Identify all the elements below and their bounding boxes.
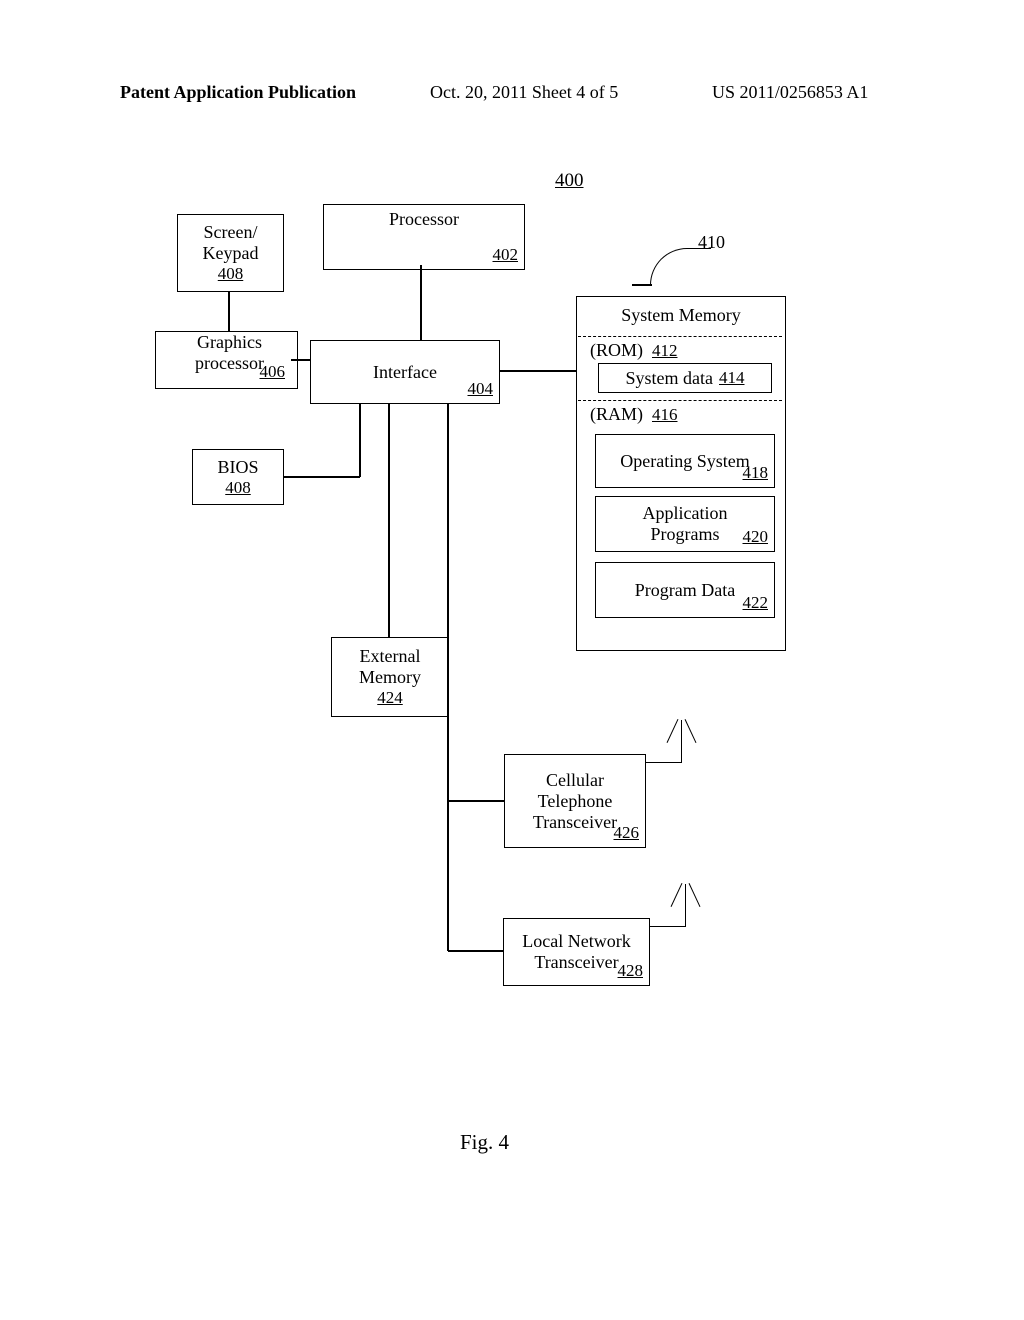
box-program-data: Program Data 422	[595, 562, 775, 618]
ref-rom: 412	[652, 341, 678, 360]
label-application-programs: Application Programs	[643, 503, 728, 545]
callout-410-leader-end	[632, 284, 652, 286]
conn-bus-to-cellular	[448, 800, 504, 802]
label-local-network-transceiver: Local Network Transceiver	[522, 931, 630, 973]
label-screen-keypad: Screen/ Keypad	[203, 222, 259, 264]
antenna-cellular-riser	[681, 752, 682, 763]
box-system-data: System data 414	[598, 363, 772, 393]
box-graphics-processor: Graphics processor 406	[155, 331, 298, 389]
conn-screen-to-graphics	[228, 291, 230, 331]
figure-ref-400: 400	[555, 170, 584, 192]
box-bios: BIOS 408	[192, 449, 284, 505]
label-ram: (RAM) 416	[590, 404, 678, 425]
page: Patent Application Publication Oct. 20, …	[0, 0, 1024, 1320]
box-screen-keypad: Screen/ Keypad 408	[177, 214, 284, 292]
box-operating-system: Operating System 418	[595, 434, 775, 488]
ref-bios: 408	[225, 478, 251, 498]
ref-application-programs: 420	[743, 527, 769, 547]
label-bios: BIOS	[217, 457, 258, 478]
conn-interface-to-sysmem	[499, 370, 576, 372]
header-center: Oct. 20, 2011 Sheet 4 of 5	[430, 82, 618, 103]
antenna-localnet-lead	[649, 926, 685, 927]
conn-processor-to-interface	[420, 265, 422, 340]
conn-interface-to-extmem	[388, 403, 390, 637]
conn-bus-to-localnet	[448, 950, 503, 952]
header-right: US 2011/0256853 A1	[712, 82, 868, 103]
label-external-memory: External Memory	[359, 646, 421, 688]
conn-interface-bus-vertical	[447, 403, 449, 951]
ref-operating-system: 418	[743, 463, 769, 483]
text-ram: (RAM)	[590, 404, 643, 424]
ref-screen-keypad: 408	[218, 264, 244, 284]
label-program-data: Program Data	[635, 580, 735, 601]
label-interface: Interface	[373, 362, 437, 383]
ref-processor: 402	[493, 245, 519, 265]
callout-410-leader	[650, 248, 711, 285]
antenna-localnet-riser	[685, 916, 686, 927]
ref-local-network-transceiver: 428	[618, 961, 644, 981]
box-cellular-transceiver: Cellular Telephone Transceiver 426	[504, 754, 646, 848]
conn-graphics-to-interface	[291, 359, 310, 361]
ref-graphics-processor: 406	[260, 362, 286, 382]
box-processor: Processor 402	[323, 204, 525, 270]
ref-external-memory: 424	[377, 688, 403, 708]
box-local-network-transceiver: Local Network Transceiver 428	[503, 918, 650, 986]
ref-interface: 404	[468, 379, 494, 399]
text-rom: (ROM)	[590, 340, 643, 360]
conn-bios-h	[283, 476, 360, 478]
ref-cellular-transceiver: 426	[614, 823, 640, 843]
ref-system-data: 414	[719, 368, 745, 388]
ref-ram: 416	[652, 405, 678, 424]
antenna-cellular-lead	[645, 762, 681, 763]
figure-caption: Fig. 4	[460, 1130, 509, 1155]
box-application-programs: Application Programs 420	[595, 496, 775, 552]
label-operating-system: Operating System	[620, 451, 749, 472]
label-system-memory: System Memory	[621, 305, 741, 326]
divider-rom	[578, 336, 782, 337]
box-interface: Interface 404	[310, 340, 500, 404]
ref-program-data: 422	[743, 593, 769, 613]
divider-ram	[578, 400, 782, 401]
box-external-memory: External Memory 424	[331, 637, 449, 717]
label-system-data: System data	[626, 368, 714, 389]
label-rom: (ROM) 412	[590, 340, 678, 361]
label-processor: Processor	[389, 209, 459, 230]
conn-bios-v	[359, 403, 361, 477]
header-left: Patent Application Publication	[120, 82, 356, 103]
label-cellular-transceiver: Cellular Telephone Transceiver	[533, 770, 617, 833]
